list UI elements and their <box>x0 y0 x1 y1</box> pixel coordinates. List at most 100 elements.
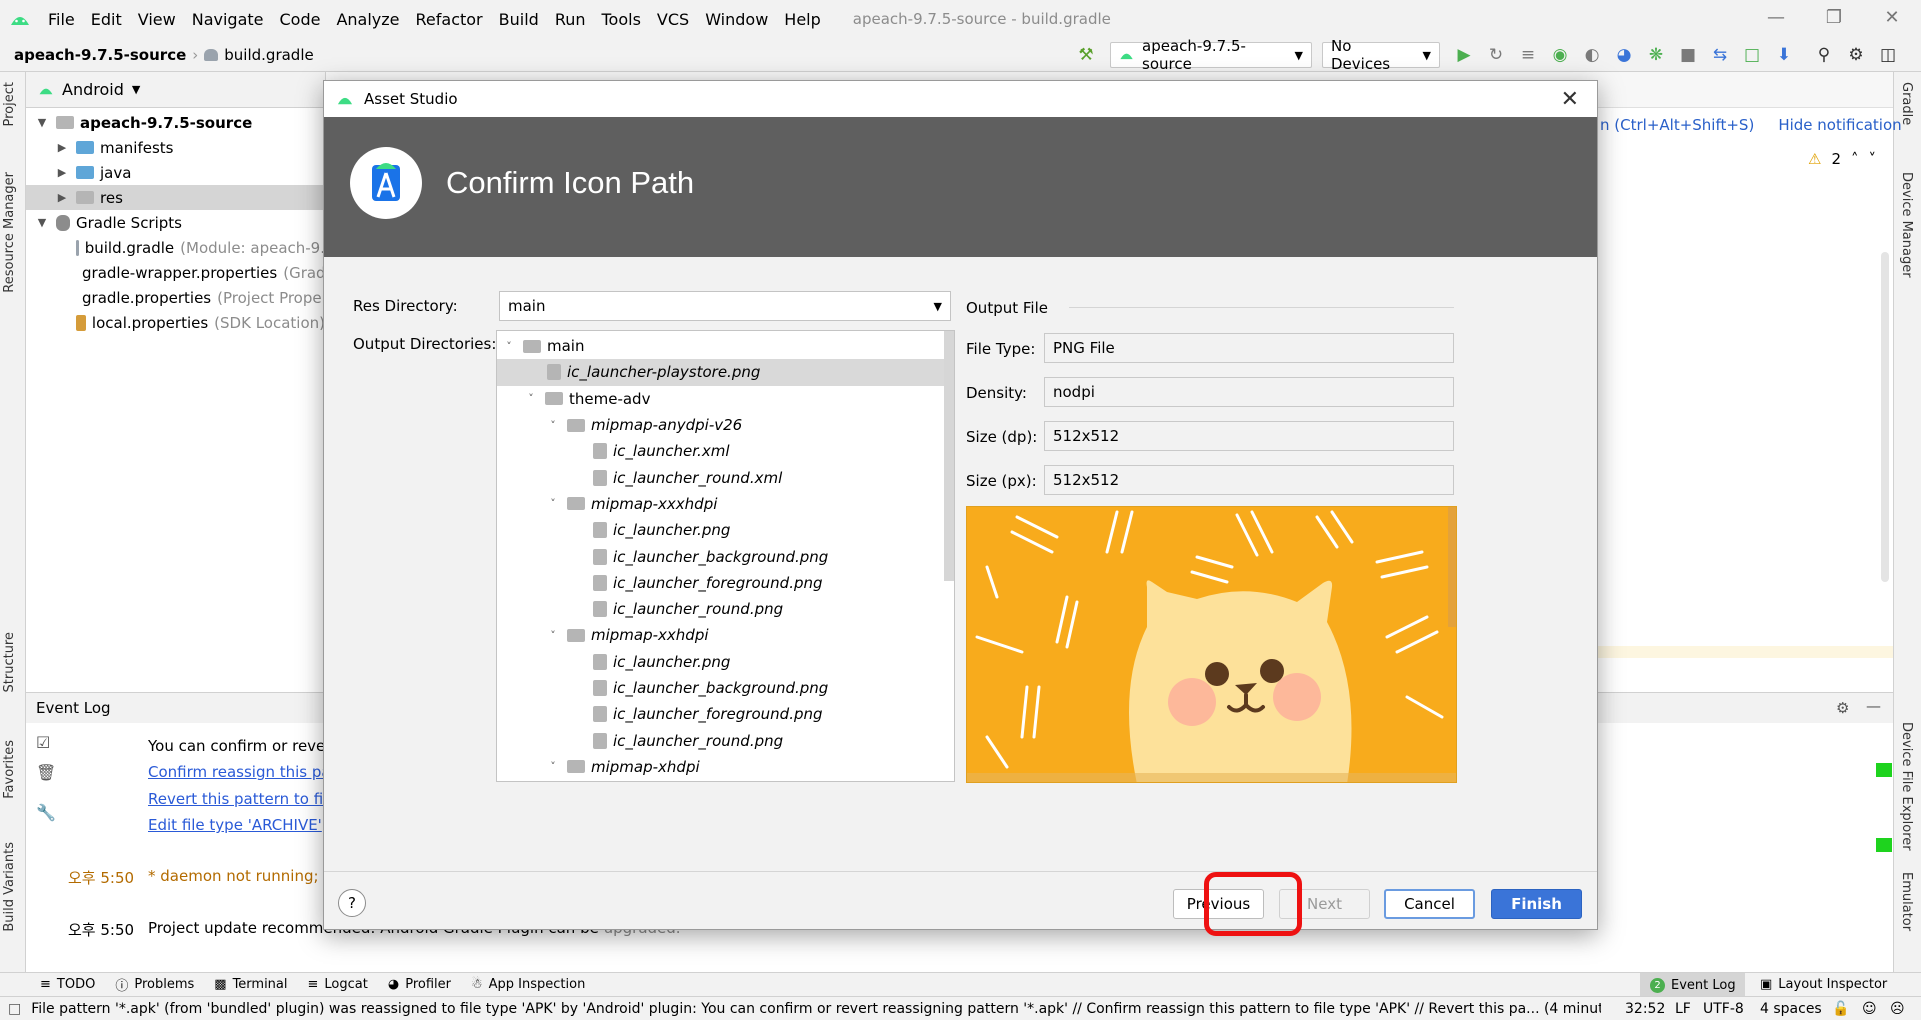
file-encoding[interactable]: UTF-8 <box>1703 1001 1744 1017</box>
project-view-select[interactable]: Android <box>62 80 124 99</box>
mark-read-icon[interactable]: ☑ <box>36 733 50 752</box>
menu-navigate[interactable]: Navigate <box>184 10 272 29</box>
sdk-manager-icon[interactable]: ⬇ <box>1768 40 1800 70</box>
breadcrumb-project[interactable]: apeach-9.7.5-source <box>14 46 186 64</box>
tree-node-folder[interactable]: ˅ mipmap-xxhdpi <box>497 622 954 648</box>
tree-node-file[interactable]: ic_launcher.png <box>497 517 954 543</box>
menu-refactor[interactable]: Refactor <box>408 10 491 29</box>
res-directory-select[interactable]: main ▼ <box>499 291 951 321</box>
stop-icon[interactable]: ■ <box>1672 40 1704 70</box>
menu-view[interactable]: View <box>130 10 184 29</box>
menu-help[interactable]: Help <box>776 10 828 29</box>
tree-node-gradle-wrapper-properties[interactable]: gradle-wrapper.properties (Grad <box>26 260 326 285</box>
tree-node-file[interactable]: ic_launcher_round.xml <box>497 464 954 490</box>
menu-tools[interactable]: Tools <box>594 10 649 29</box>
menu-build[interactable]: Build <box>491 10 547 29</box>
feedback-icon[interactable]: ☺ <box>1862 1001 1877 1017</box>
sad-feedback-icon[interactable]: ☹ <box>1890 1001 1905 1017</box>
device-select[interactable]: No Devices ▼ <box>1322 37 1440 73</box>
run-icon[interactable]: ▶ <box>1448 40 1480 70</box>
debug-icon[interactable]: ◉ <box>1544 40 1576 70</box>
problems-tool-tab[interactable]: ⓘ Problems <box>115 975 194 994</box>
tree-node-file[interactable]: ic_launcher.png <box>497 649 954 675</box>
tree-node-java[interactable]: ▶ java <box>26 160 325 185</box>
tree-node-folder[interactable]: ˅ mipmap-anydpi-v26 <box>497 412 954 438</box>
tree-node-file-selected[interactable]: ic_launcher-playstore.png <box>497 359 944 386</box>
cancel-button[interactable]: Cancel <box>1384 889 1475 919</box>
tree-node-file[interactable]: ic_launcher.xml <box>497 438 954 464</box>
chevron-down-icon[interactable]: ˅ <box>1869 150 1877 168</box>
layout-inspector-tool-tab[interactable]: ▣ Layout Inspector <box>1760 977 1887 992</box>
project-structure-shortcut-link[interactable]: n (Ctrl+Alt+Shift+S) <box>1600 116 1754 134</box>
tree-node-file[interactable]: ic_launcher_round.png <box>497 727 954 753</box>
tree-node-folder[interactable]: ˅ main <box>497 333 954 359</box>
caret-position[interactable]: 32:52 <box>1625 1001 1665 1017</box>
help-button[interactable]: ? <box>338 889 366 917</box>
trash-icon[interactable]: 🗑 <box>36 763 56 782</box>
tree-node-file[interactable]: ic_launcher_foreground.png <box>497 701 954 727</box>
chevron-up-icon[interactable]: ˄ <box>1851 150 1859 168</box>
project-tool-tab[interactable]: Project <box>2 82 17 126</box>
wrench-icon[interactable]: 🔧 <box>36 803 56 822</box>
lock-icon[interactable]: 🔓 <box>1832 1001 1849 1017</box>
tree-node-gradle-scripts[interactable]: ▼ Gradle Scripts <box>26 210 325 235</box>
build-variants-tool-tab[interactable]: Build Variants <box>2 842 17 932</box>
tree-node-manifests[interactable]: ▶ manifests <box>26 135 325 160</box>
tree-node-local-properties[interactable]: local.properties (SDK Location) <box>26 310 325 335</box>
breadcrumb-file[interactable]: build.gradle <box>224 46 313 64</box>
run-config-select[interactable]: apeach-9.7.5-source ▼ <box>1110 37 1312 73</box>
gear-icon[interactable]: ⚙ <box>1840 40 1872 70</box>
debug-attach-icon[interactable]: ❋ <box>1640 40 1672 70</box>
gear-icon[interactable]: ⚙ <box>1836 699 1849 717</box>
restore-icon[interactable]: ❐ <box>1805 0 1863 38</box>
tree-node-res[interactable]: ▶ res <box>26 185 325 210</box>
menu-run[interactable]: Run <box>547 10 594 29</box>
assistant-icon[interactable]: ◫ <box>1872 40 1904 70</box>
close-window-icon[interactable]: ✕ <box>1863 0 1921 38</box>
minimize-icon[interactable]: — <box>1747 0 1805 38</box>
terminal-tool-tab[interactable]: ▩ Terminal <box>214 977 287 992</box>
favorites-tool-tab[interactable]: Favorites <box>2 740 17 799</box>
menu-file[interactable]: File <box>40 10 83 29</box>
apply-code-changes-icon[interactable]: ≡ <box>1512 40 1544 70</box>
finish-button[interactable]: Finish <box>1491 889 1582 919</box>
avd-manager-icon[interactable]: □ <box>1736 40 1768 70</box>
edit-file-type-link[interactable]: Edit file type 'ARCHIVE' <box>148 816 322 834</box>
tree-node-file[interactable]: ic_launcher_round.png <box>497 596 954 622</box>
confirm-reassign-link[interactable]: Confirm reassign this patt <box>148 763 342 781</box>
tree-node-file[interactable]: ic_launcher_background.png <box>497 675 954 701</box>
tree-node-folder[interactable]: ˅ theme-adv <box>497 386 954 412</box>
emulator-tool-tab[interactable]: Emulator <box>1899 872 1914 931</box>
inspection-widget[interactable]: ⚠ 2 ˄ ˅ <box>1808 150 1876 168</box>
line-separator[interactable]: LF <box>1675 1001 1691 1017</box>
menu-vcs[interactable]: VCS <box>649 10 697 29</box>
minimize-panel-icon[interactable]: — <box>1866 697 1881 715</box>
tree-node-folder[interactable]: ˅ mipmap-xhdpi <box>497 754 954 780</box>
menu-edit[interactable]: Edit <box>83 10 130 29</box>
profile-icon[interactable]: ◕ <box>1608 40 1640 70</box>
menu-analyze[interactable]: Analyze <box>328 10 407 29</box>
hide-notification-link[interactable]: Hide notification <box>1778 116 1901 134</box>
device-manager-tool-tab[interactable]: Device Manager <box>1899 172 1914 278</box>
indent-setting[interactable]: 4 spaces <box>1760 1001 1822 1017</box>
attach-debugger-icon[interactable]: ◐ <box>1576 40 1608 70</box>
logcat-tool-tab[interactable]: ≡ Logcat <box>308 977 368 992</box>
editor-scrollbar[interactable] <box>1881 252 1889 582</box>
status-toggle-icon[interactable]: □ <box>8 1001 21 1017</box>
todo-tool-tab[interactable]: ≡ TODO <box>40 977 95 992</box>
tree-node-file[interactable]: ic_launcher_foreground.png <box>497 570 954 596</box>
search-icon[interactable]: ⚲ <box>1808 40 1840 70</box>
tree-node-project[interactable]: ▼ apeach-9.7.5-source <box>26 110 325 135</box>
menu-code[interactable]: Code <box>272 10 329 29</box>
output-directories-tree[interactable]: ˅ main ic_launcher-playstore.png ˅ theme-a… <box>496 330 955 782</box>
chevron-down-icon[interactable]: ▼ <box>132 83 140 96</box>
tree-node-folder[interactable]: ˅ mipmap-xxxhdpi <box>497 491 954 517</box>
tree-scrollbar[interactable] <box>944 331 954 581</box>
hammer-build-icon[interactable]: ⚒ <box>1070 40 1102 70</box>
tree-node-gradle-properties[interactable]: gradle.properties (Project Proper <box>26 285 328 310</box>
revert-pattern-link[interactable]: Revert this pattern to file <box>148 790 337 808</box>
event-log-tool-tab[interactable]: 2 Event Log <box>1640 973 1745 997</box>
apply-changes-icon[interactable]: ↻ <box>1480 40 1512 70</box>
resource-manager-tool-tab[interactable]: Resource Manager <box>2 172 17 293</box>
menu-window[interactable]: Window <box>697 10 776 29</box>
